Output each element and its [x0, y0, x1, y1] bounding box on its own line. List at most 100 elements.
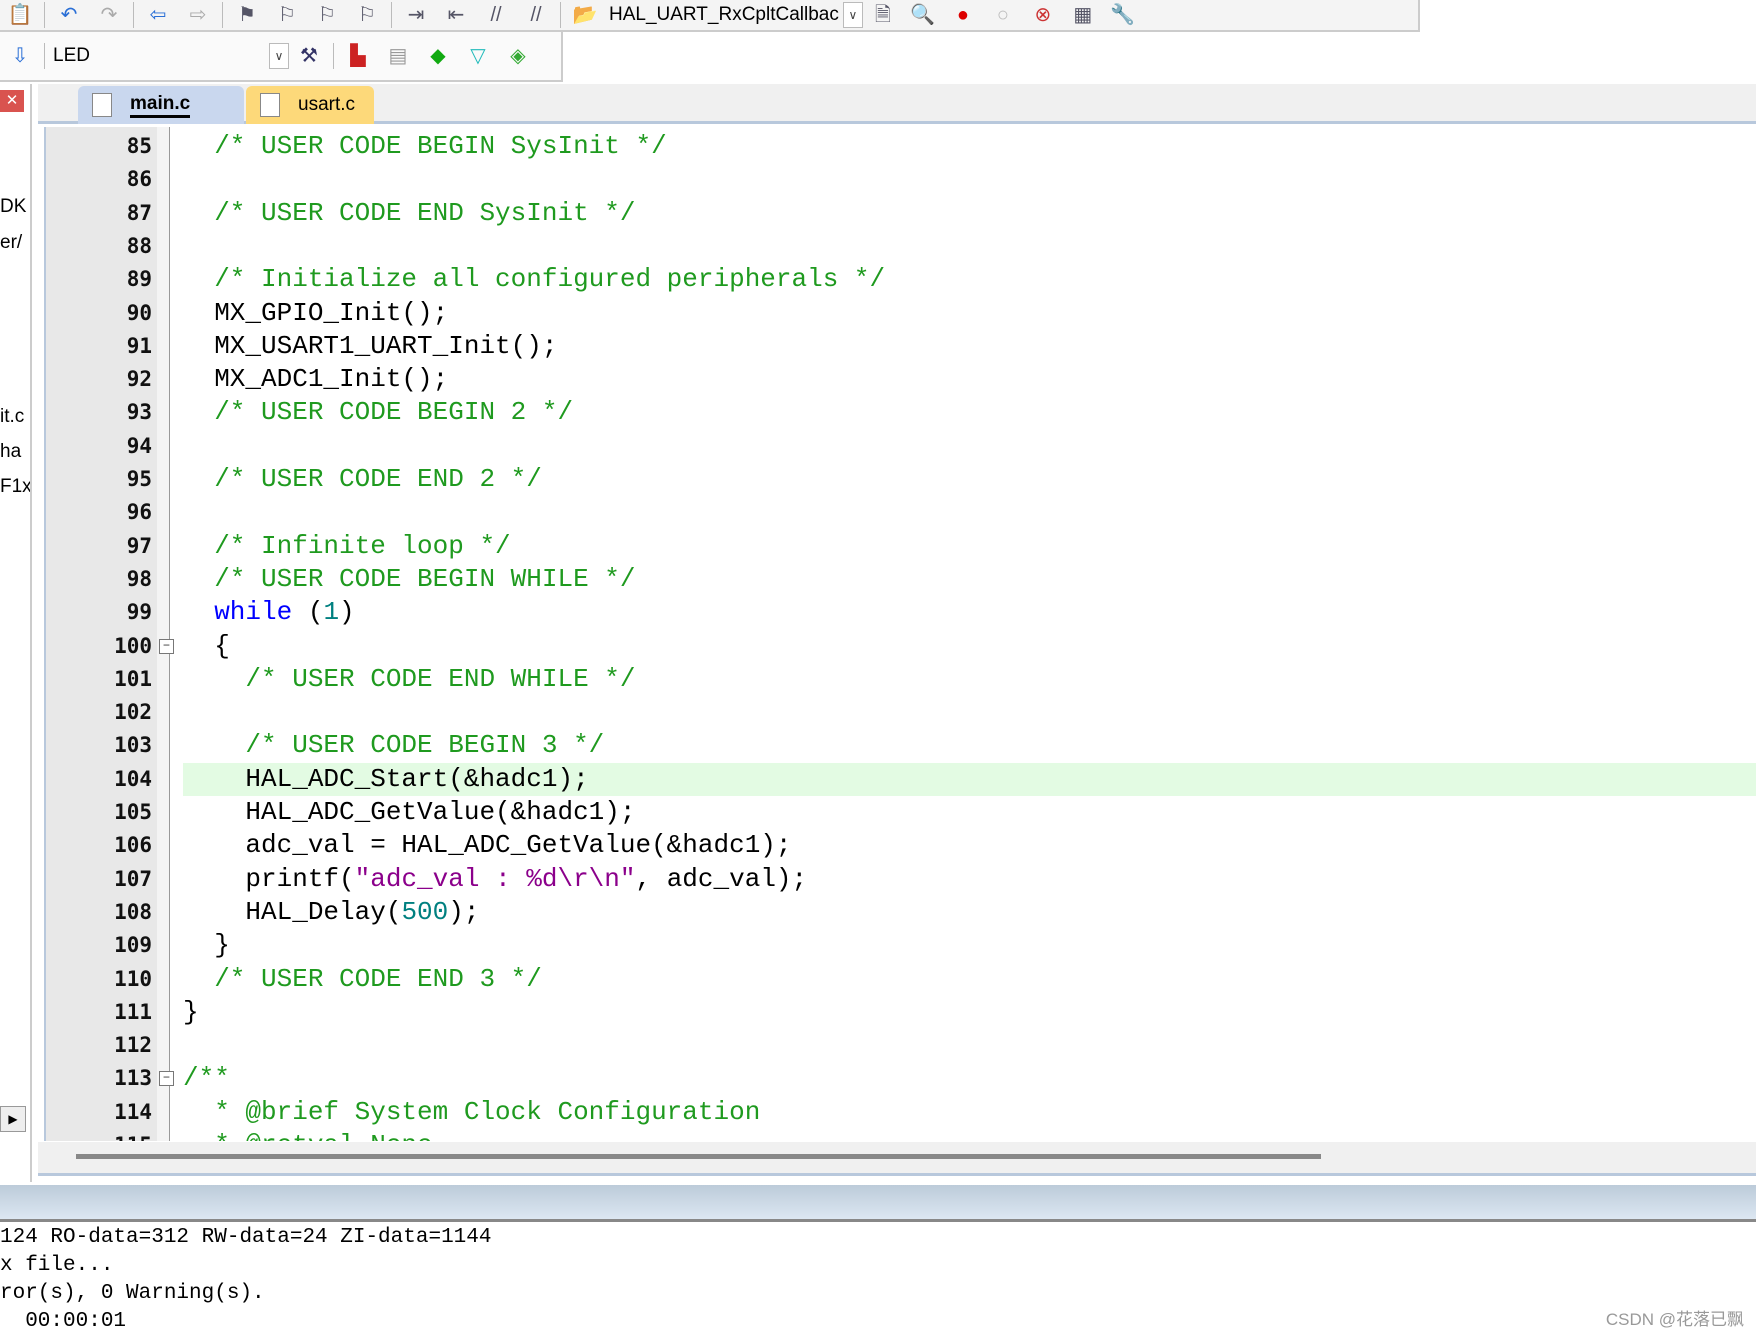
- tree-item[interactable]: F1x: [0, 476, 30, 498]
- line-number: 97: [126, 533, 152, 558]
- tree-item[interactable]: DK: [0, 196, 26, 218]
- line-number: 99: [126, 600, 152, 625]
- code-text: /* USER CODE BEGIN SysInit */: [183, 130, 1756, 163]
- code-line: 100− {: [46, 630, 1756, 663]
- line-number: 94: [126, 433, 152, 458]
- code-line: 96: [46, 496, 1756, 529]
- pack-installer-icon[interactable]: ◆: [425, 44, 451, 68]
- code-text: MX_ADC1_Init();: [183, 363, 1756, 396]
- back-icon[interactable]: ⇦: [145, 3, 171, 27]
- code-text: /* USER CODE END 2 */: [183, 463, 1756, 496]
- redo-icon[interactable]: ↷: [96, 3, 122, 27]
- tree-item[interactable]: it.c: [0, 406, 24, 428]
- code-line: 88: [46, 230, 1756, 263]
- paste-icon[interactable]: 📋: [7, 3, 33, 27]
- code-line: 101 /* USER CODE END WHILE */: [46, 663, 1756, 696]
- line-number: 106: [114, 833, 152, 858]
- toolbar-separator: [44, 43, 45, 69]
- chevron-down-icon[interactable]: ∨: [842, 2, 863, 28]
- target-combo[interactable]: LED: [49, 45, 269, 67]
- build-output: 124 RO-data=312 RW-data=24 ZI-data=1144 …: [0, 1224, 1756, 1340]
- manage-components-icon[interactable]: ▙: [345, 44, 371, 68]
- code-line: 106 adc_val = HAL_ADC_GetValue(&hadc1);: [46, 829, 1756, 862]
- code-line: 114 * @brief System Clock Configuration: [46, 1096, 1756, 1129]
- line-number: 100: [114, 633, 152, 658]
- close-panel-icon[interactable]: ✕: [0, 90, 24, 112]
- tree-item[interactable]: ha: [0, 441, 21, 463]
- wrench-icon[interactable]: 🔧: [1110, 3, 1136, 27]
- toolbar-separator: [133, 2, 134, 28]
- indent-icon[interactable]: ⇥: [403, 3, 429, 27]
- tab-usart-c[interactable]: usart.c: [246, 86, 374, 124]
- code-line: 110 /* USER CODE END 3 */: [46, 963, 1756, 996]
- select-packs-icon[interactable]: ▤: [385, 44, 411, 68]
- disable-breakpoint-icon[interactable]: ○: [990, 3, 1016, 27]
- code-line: 105 HAL_ADC_GetValue(&hadc1);: [46, 796, 1756, 829]
- forward-icon[interactable]: ⇨: [185, 3, 211, 27]
- code-text: /* USER CODE BEGIN 2 */: [183, 396, 1756, 429]
- horizontal-scrollbar[interactable]: [38, 1142, 1756, 1176]
- toolbar-separator: [222, 2, 223, 28]
- code-line: 98 /* USER CODE BEGIN WHILE */: [46, 563, 1756, 596]
- line-number: 88: [126, 233, 152, 258]
- code-token: {: [183, 630, 230, 661]
- code-line: 90 MX_GPIO_Init();: [46, 297, 1756, 330]
- filter-icon[interactable]: ▽: [465, 44, 491, 68]
- function-combo[interactable]: HAL_UART_RxCpltCallbac: [605, 4, 843, 26]
- line-number: 103: [114, 733, 152, 758]
- debug-icon[interactable]: 🔍: [910, 3, 936, 27]
- browse-icon[interactable]: 🗎: [870, 3, 896, 27]
- file-icon: [92, 93, 112, 117]
- breakpoint-icon[interactable]: ●: [950, 3, 976, 27]
- toolbar-separator: [44, 2, 45, 28]
- code-text: MX_USART1_UART_Init();: [183, 330, 1756, 363]
- next-bookmark-icon[interactable]: ⚐: [314, 3, 340, 27]
- fold-toggle-icon[interactable]: −: [159, 638, 174, 654]
- code-token: MX_USART1_UART_Init();: [183, 330, 558, 361]
- code-line: 113−/**: [46, 1062, 1756, 1095]
- code-text: /* USER CODE BEGIN 3 */: [183, 729, 1756, 762]
- target-options-icon[interactable]: ⚒: [296, 44, 322, 68]
- chevron-down-icon[interactable]: ∨: [269, 43, 289, 69]
- undo-icon[interactable]: ↶: [56, 3, 82, 27]
- code-token: HAL_ADC_GetValue(&hadc1);: [183, 797, 636, 827]
- line-number: 98: [126, 566, 152, 591]
- code-text: /**: [183, 1062, 1756, 1095]
- code-text: /* Initialize all configured peripherals…: [183, 263, 1756, 296]
- bookmark-icon[interactable]: ⚑: [234, 3, 260, 27]
- code-token: adc_val = HAL_ADC_GetValue(&hadc1);: [183, 830, 792, 861]
- code-token: /* USER CODE BEGIN SysInit */: [183, 131, 667, 161]
- code-text: HAL_Delay(500);: [183, 896, 1756, 929]
- scroll-right-icon[interactable]: ▶: [0, 1106, 26, 1132]
- tree-item[interactable]: er/: [0, 232, 22, 254]
- multi-pack-icon[interactable]: ◈: [505, 44, 531, 68]
- code-line: 92 MX_ADC1_Init();: [46, 363, 1756, 396]
- unindent-icon[interactable]: ⇤: [443, 3, 469, 27]
- toolbar-separator: [560, 2, 561, 28]
- code-line: 93 /* USER CODE BEGIN 2 */: [46, 396, 1756, 429]
- scrollbar-thumb[interactable]: [76, 1154, 1321, 1159]
- clear-bookmark-icon[interactable]: ⚐: [354, 3, 380, 27]
- line-number: 105: [114, 800, 152, 824]
- line-number: 91: [126, 333, 152, 358]
- output-line: ror(s), 0 Warning(s).: [0, 1282, 265, 1305]
- code-editor[interactable]: 85 /* USER CODE BEGIN SysInit */ 86 87 /*…: [44, 127, 1756, 1141]
- download-icon[interactable]: ⇩: [7, 44, 33, 68]
- code-line: 87 /* USER CODE END SysInit */: [46, 197, 1756, 230]
- kill-breakpoints-icon[interactable]: ⊗: [1030, 3, 1056, 27]
- line-number: 89: [126, 267, 152, 292]
- prev-bookmark-icon[interactable]: ⚐: [274, 3, 300, 27]
- tab-main-c[interactable]: main.c: [78, 86, 244, 124]
- code-line: 89 /* Initialize all configured peripher…: [46, 263, 1756, 296]
- editor-tabs: main.c usart.c: [38, 84, 1756, 124]
- window-icon[interactable]: ▦: [1070, 3, 1096, 27]
- code-line: 85 /* USER CODE BEGIN SysInit */: [46, 130, 1756, 163]
- uncomment-icon[interactable]: //: [523, 3, 549, 27]
- find-in-files-icon[interactable]: 📂: [572, 3, 598, 27]
- comment-icon[interactable]: //: [483, 3, 509, 27]
- line-number: 93: [126, 400, 152, 425]
- code-text: {: [183, 630, 1756, 663]
- fold-toggle-icon[interactable]: −: [159, 1071, 174, 1087]
